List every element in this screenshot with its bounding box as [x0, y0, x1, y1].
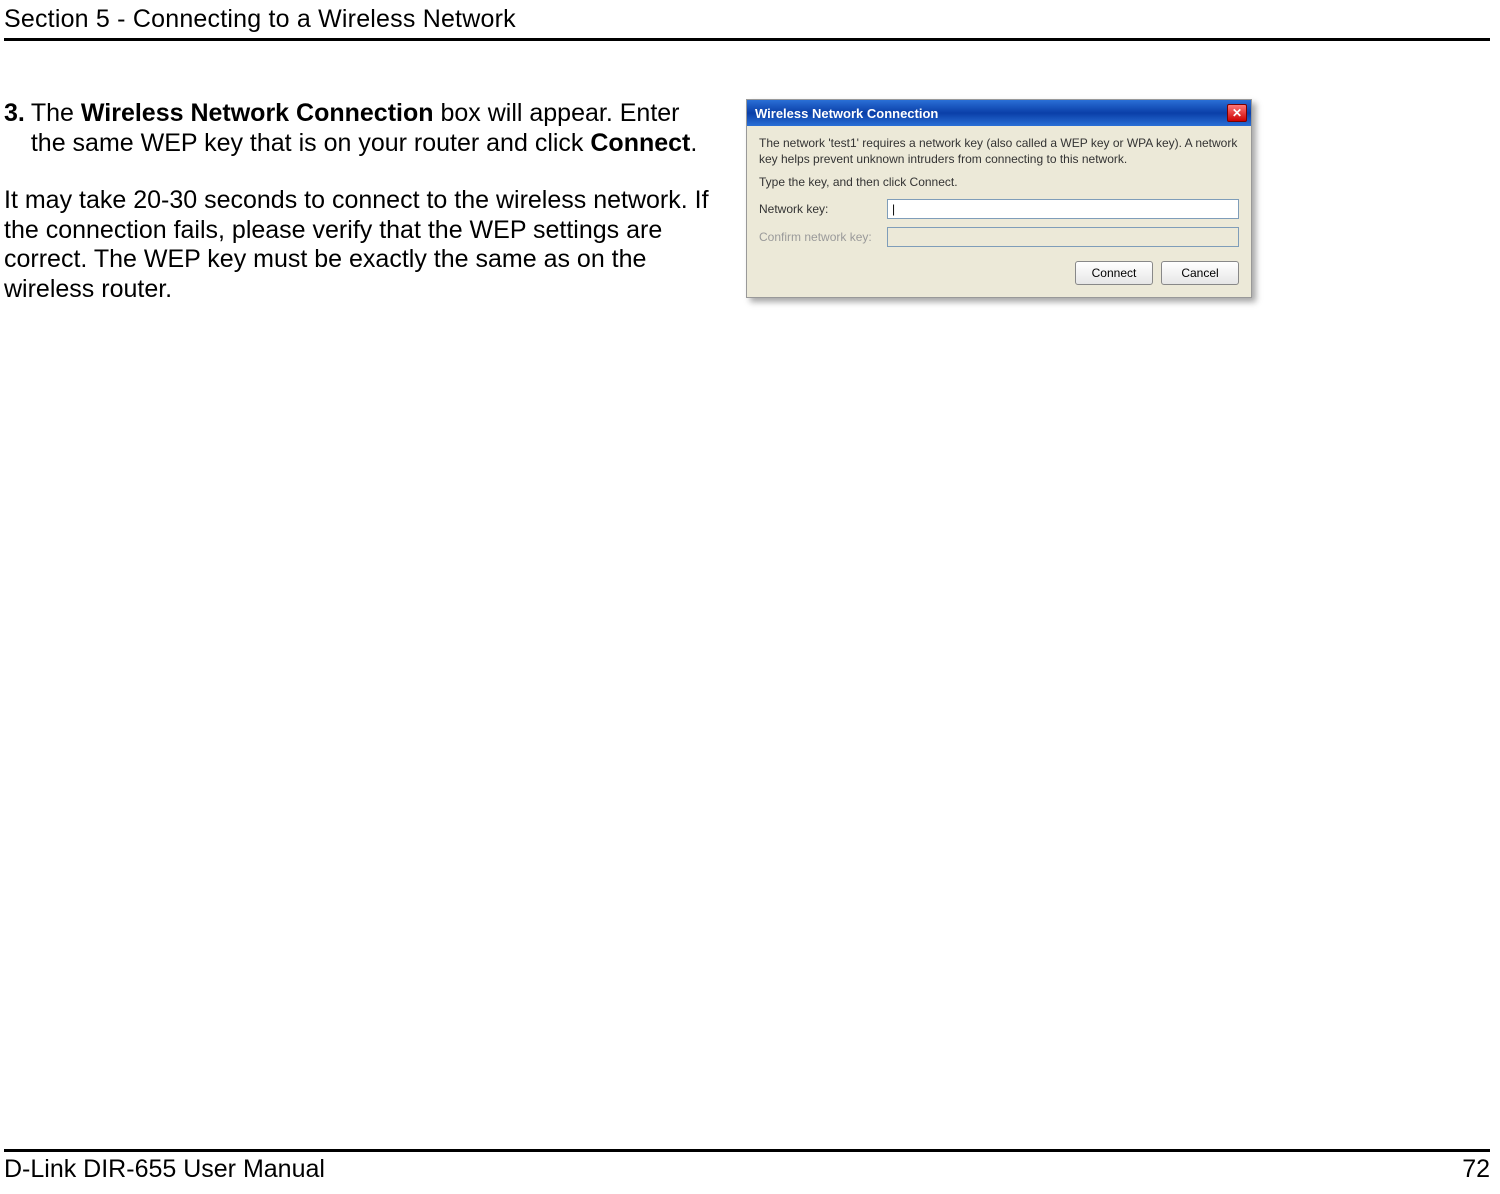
page-footer: D-Link DIR-655 User Manual 72 [4, 1155, 1490, 1184]
dialog-screenshot: Wireless Network Connection ✕ The networ… [746, 99, 1252, 298]
confirm-key-input [887, 227, 1239, 247]
network-key-input[interactable] [887, 199, 1239, 219]
footer-page-number: 72 [1462, 1155, 1490, 1184]
step-text-prefix: The [31, 99, 81, 127]
instruction-text-column: 3. The Wireless Network Connection box w… [18, 99, 730, 304]
footer-manual-title: D-Link DIR-655 User Manual [4, 1155, 325, 1184]
confirm-key-label: Confirm network key: [759, 230, 887, 244]
content-area: 3. The Wireless Network Connection box w… [18, 99, 1482, 304]
step-bold-1: Wireless Network Connection [81, 99, 434, 127]
footer-divider [4, 1149, 1490, 1152]
network-key-row: Network key: [759, 199, 1239, 219]
cancel-button[interactable]: Cancel [1161, 261, 1239, 285]
dialog-info-2: Type the key, and then click Connect. [759, 175, 1239, 191]
step-body: The Wireless Network Connection box will… [31, 99, 720, 158]
step-bold-2: Connect [590, 129, 690, 157]
step-text-suffix: . [690, 129, 697, 157]
step-3: 3. The Wireless Network Connection box w… [4, 99, 720, 158]
step-number: 3. [4, 99, 31, 158]
page-header-section: Section 5 - Connecting to a Wireless Net… [4, 5, 1482, 34]
dialog-title: Wireless Network Connection [755, 106, 938, 121]
network-key-label: Network key: [759, 202, 887, 216]
dialog-titlebar: Wireless Network Connection ✕ [747, 100, 1251, 126]
close-icon[interactable]: ✕ [1227, 104, 1247, 122]
header-divider [4, 38, 1490, 41]
dialog-info-1: The network 'test1' requires a network k… [759, 136, 1239, 167]
connect-button[interactable]: Connect [1075, 261, 1153, 285]
paragraph-note: It may take 20-30 seconds to connect to … [4, 186, 720, 304]
dialog-body: The network 'test1' requires a network k… [747, 126, 1251, 297]
dialog-button-row: Connect Cancel [759, 261, 1239, 285]
confirm-key-row: Confirm network key: [759, 227, 1239, 247]
